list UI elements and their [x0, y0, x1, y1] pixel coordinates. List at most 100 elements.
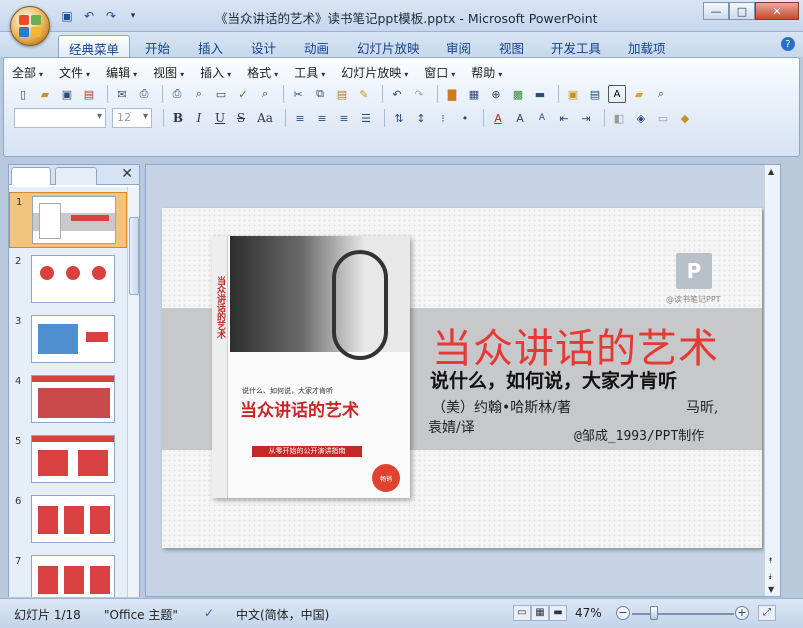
menu-format[interactable]: 格式 ▾ [247, 64, 278, 80]
tab-addins[interactable]: 加载项 [628, 35, 666, 57]
menu-slideshow[interactable]: 幻灯片放映 ▾ [341, 64, 408, 80]
slide-subtitle[interactable]: 说什么，如何说，大家才肯听 [430, 366, 677, 393]
format-painter-icon[interactable]: ✎ [355, 85, 373, 103]
tab-animations[interactable]: 动画 [304, 35, 329, 57]
thumbnail-slide-2[interactable]: 2 [9, 252, 127, 308]
italic-button[interactable]: I [190, 109, 208, 127]
shapes-icon[interactable]: ◧ [610, 109, 628, 127]
translator-line-1[interactable]: 马昕, [686, 397, 718, 417]
book-cover-image[interactable]: 当众讲话的艺术 说什么、如何说，大家才肯听 当众讲话的艺术 从零开始的公开演讲指… [212, 236, 410, 498]
zoom-slider-thumb[interactable] [650, 606, 658, 620]
save-icon[interactable]: ▣ [58, 85, 76, 103]
zoom-level[interactable]: 47% [575, 606, 602, 620]
tab-insert[interactable]: 插入 [198, 35, 223, 57]
menu-file[interactable]: 文件 ▾ [59, 64, 90, 80]
language-status[interactable]: 中文(简体，中国) [236, 606, 329, 623]
tab-design[interactable]: 设计 [251, 35, 276, 57]
font-size-select[interactable]: 12 [112, 108, 152, 128]
thumbnail-scrollbar[interactable] [127, 187, 139, 597]
change-case-button[interactable]: Aa [253, 109, 277, 127]
maximize-button[interactable]: □ [729, 2, 755, 20]
next-slide-icon[interactable]: ⯯ [768, 572, 773, 582]
slide-layout-icon[interactable]: ▤ [586, 85, 604, 103]
menu-tools[interactable]: 工具 ▾ [294, 64, 325, 80]
undo-icon[interactable]: ↶ [80, 7, 98, 25]
tab-outline-icon[interactable] [55, 167, 97, 185]
author-line[interactable]: （美）约翰•哈斯林/著 [432, 397, 571, 417]
thumbnail-slide-3[interactable]: 3 [9, 312, 127, 368]
font-name-select[interactable] [14, 108, 106, 128]
menu-insert[interactable]: 插入 ▾ [200, 64, 231, 80]
align-center-icon[interactable]: ≡ [313, 109, 331, 127]
thumbnail-slide-7[interactable]: 7 [9, 552, 127, 597]
slideshow-view-button[interactable]: ▬ [549, 605, 567, 621]
spelling-icon[interactable]: ✓ [234, 85, 252, 103]
publish-icon[interactable]: ⎙ [135, 85, 153, 103]
shrink-font-icon[interactable]: A [533, 109, 551, 127]
grow-font-icon[interactable]: A [511, 109, 529, 127]
folder-icon[interactable]: ▰ [630, 85, 648, 103]
decrease-indent-icon[interactable]: ⇤ [555, 109, 573, 127]
chart-icon[interactable]: ▇ [443, 85, 461, 103]
thumbnail-slide-1[interactable]: 1 [9, 192, 127, 248]
tab-review[interactable]: 审阅 [446, 35, 471, 57]
menu-all[interactable]: 全部 ▾ [12, 64, 43, 80]
office-button[interactable] [10, 6, 50, 46]
previous-slide-icon[interactable]: ⯭ [768, 556, 773, 566]
zoom-out-button[interactable]: − [616, 606, 630, 620]
thumbnail-slide-5[interactable]: 5 [9, 432, 127, 488]
page-setup-icon[interactable]: ▭ [212, 85, 230, 103]
thumbnail-slide-4[interactable]: 4 [9, 372, 127, 428]
numbering-icon[interactable]: ⁝ [434, 109, 452, 127]
table-icon[interactable]: ▦ [465, 85, 483, 103]
find-icon[interactable]: ⌕ [652, 85, 670, 103]
minimize-button[interactable]: — [703, 2, 729, 20]
align-left-icon[interactable]: ≡ [291, 109, 309, 127]
print-preview-icon[interactable]: ⌕ [190, 85, 208, 103]
close-button[interactable]: ✕ [755, 2, 799, 20]
menu-edit[interactable]: 编辑 ▾ [106, 64, 137, 80]
tab-view[interactable]: 视图 [499, 35, 524, 57]
text-direction-icon[interactable]: ⇅ [390, 109, 408, 127]
scroll-up-icon[interactable]: ▲ [768, 167, 774, 176]
line-spacing-icon[interactable]: ↕ [412, 109, 430, 127]
open-icon[interactable]: ▰ [36, 85, 54, 103]
credit-line[interactable]: @邹成_1993/PPT制作 [574, 425, 704, 444]
slide-canvas[interactable]: 当众讲话的艺术 说什么、如何说，大家才肯听 当众讲话的艺术 从零开始的公开演讲指… [162, 208, 762, 548]
align-right-icon[interactable]: ≡ [335, 109, 353, 127]
new-icon[interactable]: ▯ [14, 85, 32, 103]
spelling-check-icon[interactable]: ✓ [204, 606, 214, 620]
redo-icon[interactable]: ↷ [410, 85, 428, 103]
print-icon[interactable]: ⎙ [168, 85, 186, 103]
layout-icon[interactable]: ▬ [531, 85, 549, 103]
copy-icon[interactable]: ⧉ [311, 85, 329, 103]
customize-qat-icon[interactable]: ▾ [124, 7, 142, 25]
redo-icon[interactable]: ↷ [102, 7, 120, 25]
theme-name[interactable]: "Office 主题" [104, 606, 178, 623]
scrollbar-thumb[interactable] [129, 217, 139, 295]
zoom-in-button[interactable]: + [735, 606, 749, 620]
new-slide-icon[interactable]: ▣ [564, 85, 582, 103]
email-icon[interactable]: ✉ [113, 85, 131, 103]
font-color-icon[interactable]: A [489, 109, 507, 127]
permission-icon[interactable]: ▤ [80, 85, 98, 103]
bold-button[interactable]: B [169, 109, 187, 127]
cut-icon[interactable]: ✂ [289, 85, 307, 103]
thumbnail-slide-6[interactable]: 6 [9, 492, 127, 548]
scroll-down-icon[interactable]: ▼ [768, 585, 774, 594]
tab-home[interactable]: 开始 [145, 35, 170, 57]
close-pane-icon[interactable]: ✕ [121, 166, 133, 182]
textbox-icon[interactable]: A [608, 85, 626, 103]
help-icon[interactable]: ? [781, 37, 795, 51]
slide-sorter-button[interactable]: ▦ [531, 605, 549, 621]
fit-to-window-button[interactable]: ⤢ [758, 605, 776, 621]
tab-slideshow[interactable]: 幻灯片放映 [357, 35, 420, 57]
increase-indent-icon[interactable]: ⇥ [577, 109, 595, 127]
picture-icon[interactable]: ▩ [509, 85, 527, 103]
menu-view[interactable]: 视图 ▾ [153, 64, 184, 80]
translator-line-2[interactable]: 袁婧/译 [428, 417, 475, 437]
shadow-button[interactable]: S [232, 109, 250, 127]
fill-icon[interactable]: ◆ [676, 109, 694, 127]
editor-scrollbar[interactable]: ▲ ⯭ ⯯ ▼ [764, 165, 780, 596]
bullets-icon[interactable]: • [456, 109, 474, 127]
